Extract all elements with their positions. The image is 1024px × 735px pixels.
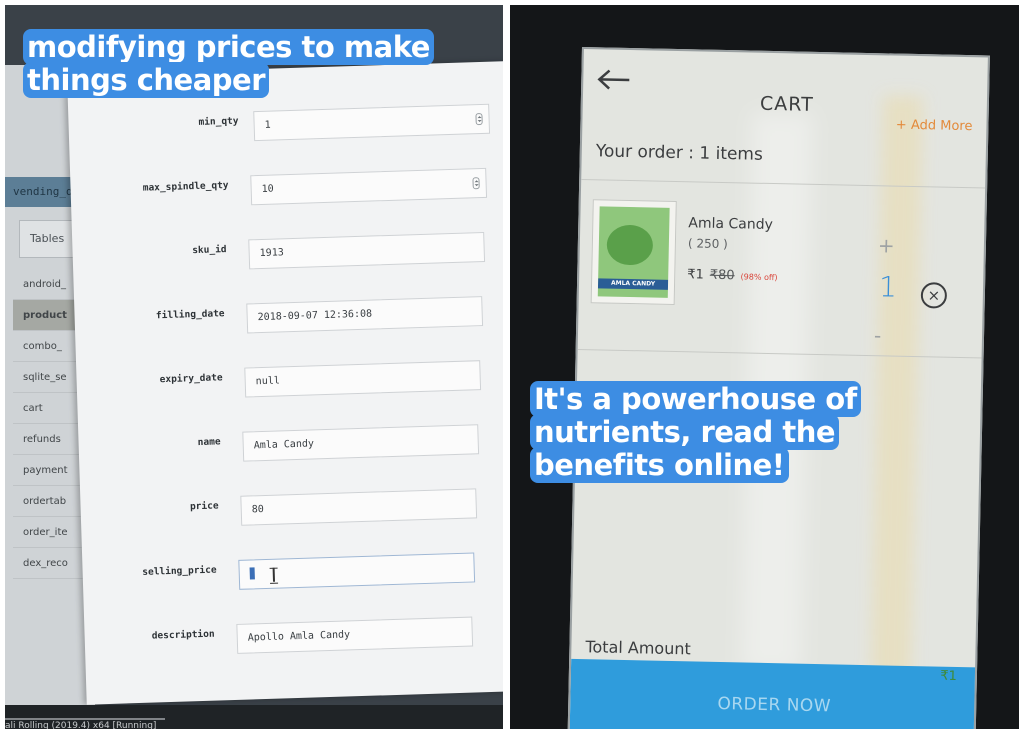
left-panel-db-editor: vending_db Tables android_ product combo… (5, 5, 503, 729)
back-arrow-icon[interactable] (597, 69, 631, 90)
field-row-expiry-date: expiry_date null (76, 359, 503, 413)
spinner-icon[interactable] (472, 177, 480, 190)
caption-text: It's a powerhouse of nutrients, read the… (530, 381, 861, 483)
description-input[interactable]: Apollo Amla Candy (236, 616, 474, 654)
field-row-filling-date: filling_date 2018-09-07 12:36:08 (74, 295, 503, 349)
field-label: description (151, 628, 215, 642)
original-price: ₹80 (709, 267, 735, 284)
field-row-sku-id: sku_id 1913 (72, 231, 503, 285)
name-input[interactable]: Amla Candy (242, 424, 480, 462)
min-qty-input[interactable]: 1 (253, 103, 491, 142)
field-value: 10 (261, 183, 274, 195)
field-value: 2018-09-07 12:36:08 (257, 308, 373, 324)
right-panel-cart-screen: CART + Add More Your order : 1 items AML… (510, 5, 1019, 729)
i-beam-cursor-icon (270, 568, 278, 582)
price-row: ₹1 ₹80 (98% off) (687, 267, 778, 284)
field-label: price (189, 500, 219, 513)
order-now-button[interactable]: ORDER NOW (569, 658, 980, 729)
current-price: ₹1 (687, 267, 704, 283)
left-caption: modifying prices to make things cheaper (23, 29, 493, 98)
field-value: Amla Candy (253, 438, 315, 452)
sku-id-input[interactable]: 1913 (248, 231, 486, 270)
amla-fruit-icon (606, 224, 654, 266)
remove-item-icon[interactable]: × (920, 282, 948, 309)
field-label: filling_date (155, 308, 225, 322)
field-row-name: name Amla Candy (78, 423, 503, 477)
field-label: sku_id (192, 244, 227, 257)
field-row-min-qty: min_qty 1 (68, 103, 503, 157)
field-row-price: price 80 (80, 487, 503, 541)
field-label: name (197, 436, 221, 449)
increase-quantity-button[interactable]: + (878, 233, 895, 257)
field-row-selling-price: selling_price (82, 551, 503, 605)
package-label: AMLA CANDY (597, 278, 669, 290)
field-value: 1 (264, 119, 271, 131)
taskbar-divider (5, 718, 165, 720)
selling-price-input[interactable] (238, 552, 476, 590)
amla-candy-package-icon: AMLA CANDY (597, 206, 670, 298)
field-row-description: description Apollo Amla Candy (84, 615, 503, 669)
add-more-link[interactable]: + Add More (896, 118, 973, 135)
record-edit-form: min_qty 1 max_spindle_qty 10 sku_id 1913… (67, 61, 503, 705)
field-label: expiry_date (159, 372, 223, 386)
expiry-date-input[interactable]: null (244, 360, 482, 398)
decrease-quantity-button[interactable]: - (874, 323, 882, 347)
spinner-icon[interactable] (475, 112, 483, 126)
product-name: Amla Candy (688, 215, 774, 234)
price-input[interactable]: 80 (240, 488, 478, 526)
quantity-value: 1 (878, 270, 898, 304)
vm-window-title[interactable]: ali Rolling (2019.4) x64 [Running] (5, 721, 156, 729)
field-value: null (255, 375, 280, 388)
product-pack-size: ( 250 ) (687, 236, 728, 252)
field-value: Apollo Amla Candy (247, 629, 351, 644)
discount-badge: (98% off) (740, 272, 778, 283)
product-image: AMLA CANDY (590, 199, 677, 305)
page-title: CART (759, 92, 814, 116)
caption-text: modifying prices to make things cheaper (23, 29, 434, 98)
field-value: 80 (251, 504, 264, 516)
text-selection-cursor (249, 567, 255, 580)
total-amount-value: ₹1 (940, 668, 958, 684)
field-label: max_spindle_qty (142, 179, 229, 194)
field-label: selling_price (142, 564, 217, 578)
order-summary: Your order : 1 items (595, 141, 764, 165)
field-value: 1913 (259, 247, 284, 260)
right-caption: It's a powerhouse of nutrients, read the… (530, 381, 970, 483)
total-amount-label: Total Amount (585, 637, 691, 659)
field-row-max-spindle-qty: max_spindle_qty 10 (70, 167, 503, 221)
max-spindle-qty-input[interactable]: 10 (250, 167, 488, 206)
filling-date-input[interactable]: 2018-09-07 12:36:08 (246, 296, 484, 334)
field-label: min_qty (198, 115, 239, 128)
